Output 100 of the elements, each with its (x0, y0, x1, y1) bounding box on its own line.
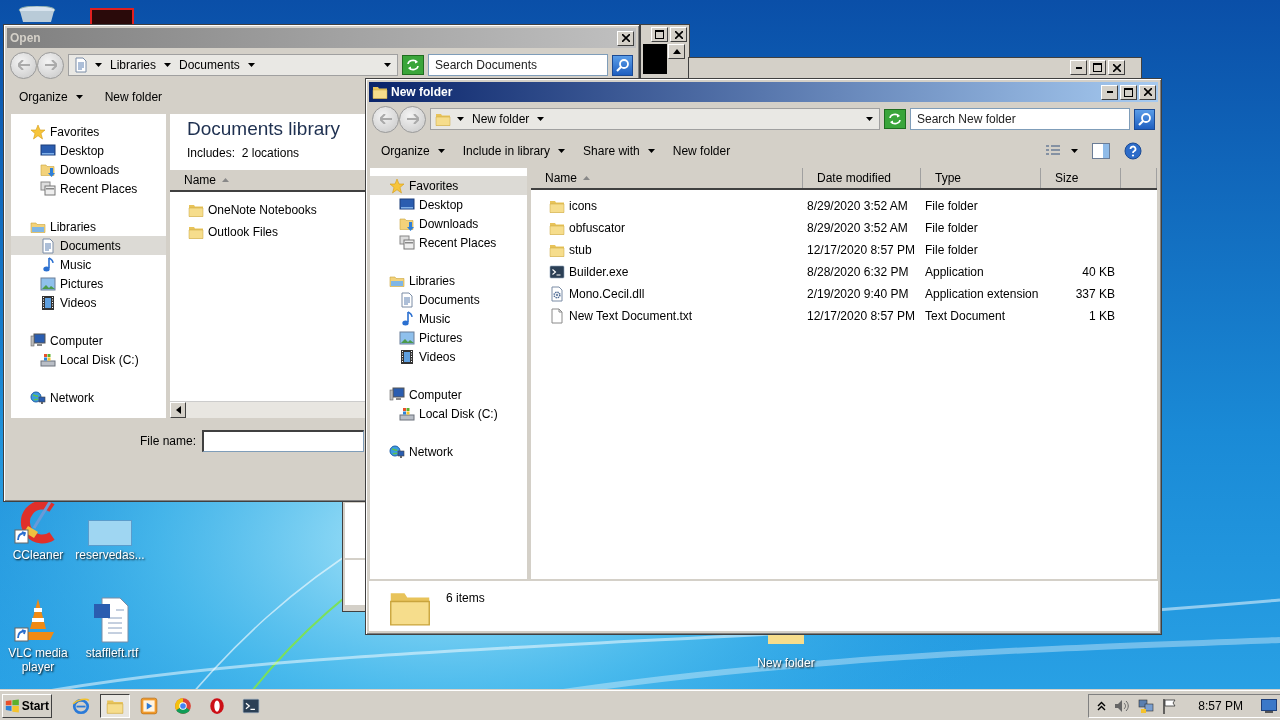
nav-item[interactable]: Pictures (370, 328, 527, 347)
nav-item[interactable]: Computer (11, 331, 166, 350)
caret-icon (164, 63, 172, 67)
search-field[interactable]: Search Documents (428, 54, 608, 76)
toolbar-button[interactable]: New folder (100, 87, 167, 107)
refresh-icon (888, 113, 902, 125)
caret-icon (647, 149, 655, 153)
toolbar-button[interactable]: New folder (668, 141, 735, 161)
column-header[interactable]: Date modified (803, 168, 921, 188)
file-name-field[interactable] (202, 430, 365, 452)
nav-item[interactable]: Desktop (370, 195, 527, 214)
address-bar[interactable]: Libraries Documents (68, 54, 398, 76)
file-name[interactable]: Outlook Files (208, 225, 279, 239)
folder-arrow-icon (399, 215, 415, 232)
file-name[interactable]: obfuscator (569, 221, 626, 235)
scroll-up-button[interactable] (668, 44, 685, 59)
toolbar-button[interactable]: Organize (377, 141, 449, 161)
browser-icon (72, 697, 90, 715)
show-hidden-icons-button[interactable] (1097, 701, 1107, 711)
search-button[interactable] (1134, 108, 1155, 130)
drive-icon (40, 351, 56, 368)
caret-icon (1071, 149, 1078, 153)
film-icon (40, 294, 56, 311)
help-button[interactable] (1122, 140, 1144, 162)
column-header[interactable]: Type (921, 168, 1041, 188)
pane-icon (1092, 143, 1110, 159)
nav-item[interactable]: Downloads (370, 214, 527, 233)
console-icon (242, 697, 260, 715)
toolbar-button[interactable]: Include in library (458, 141, 570, 161)
nav-item[interactable]: Local Disk (C:) (370, 404, 527, 423)
play-icon (140, 697, 158, 715)
nav-item[interactable]: Music (370, 309, 527, 328)
toolbar-button[interactable]: Share with (579, 141, 659, 161)
clock[interactable]: 8:57 PM (1198, 699, 1243, 713)
monitor-icon (40, 142, 56, 159)
nav-item[interactable]: Network (370, 442, 527, 461)
breadcrumb-button[interactable]: New folder (470, 112, 532, 126)
file-name[interactable]: New Text Document.txt (569, 309, 693, 323)
nav-item[interactable]: Recent Places (370, 233, 527, 252)
search-button[interactable] (612, 54, 633, 76)
folder-arrow-icon (40, 161, 56, 178)
maximize-button[interactable] (1089, 60, 1106, 75)
nav-item[interactable]: Pictures (11, 274, 166, 293)
maximize-button[interactable] (1120, 84, 1137, 100)
scroll-left-button[interactable] (170, 402, 186, 418)
type-cell-text: Text Document (924, 309, 1007, 323)
nav-item[interactable]: Downloads (11, 160, 166, 179)
date-cell-text: 8/29/2020 3:52 AM (806, 221, 909, 235)
ring-icon (208, 697, 226, 715)
toolbar-button[interactable]: Organize (15, 87, 87, 107)
breadcrumb-button[interactable]: Libraries (108, 58, 159, 72)
breadcrumb-button[interactable]: Documents (177, 58, 242, 72)
folder-icon (549, 198, 565, 214)
minimize-button[interactable] (1070, 60, 1087, 75)
nav-item[interactable]: Music (11, 255, 166, 274)
includes-text: Includes: 2 locations (187, 146, 301, 160)
close-icon (1143, 88, 1152, 96)
close-button[interactable] (670, 27, 687, 42)
nav-item[interactable]: Libraries (11, 217, 166, 236)
nav-item[interactable]: Recent Places (11, 179, 166, 198)
nav-item[interactable]: Documents (11, 236, 166, 255)
type-cell-text: Application extension (924, 287, 1040, 301)
nav-item[interactable]: Libraries (370, 271, 527, 290)
file-name[interactable]: OneNote Notebooks (208, 203, 317, 217)
search-field[interactable]: Search New folder (910, 108, 1130, 130)
nav-item[interactable]: Favorites (11, 122, 166, 141)
nav-item[interactable]: Desktop (11, 141, 166, 160)
maximize-icon (655, 30, 664, 39)
file-name[interactable]: Mono.Cecil.dll (569, 287, 645, 301)
nav-item[interactable]: Videos (11, 293, 166, 312)
minimize-button[interactable] (1101, 84, 1118, 100)
nav-item[interactable]: Network (11, 388, 166, 407)
column-header[interactable]: Size (1041, 168, 1121, 188)
address-bar[interactable]: New folder (430, 108, 880, 130)
show-desktop-button[interactable] (1261, 699, 1277, 713)
file-name[interactable]: icons (569, 199, 597, 213)
speaker-icon[interactable] (1114, 699, 1131, 713)
flag-icon[interactable] (1162, 698, 1179, 714)
nav-item[interactable]: Computer (370, 385, 527, 404)
caret-icon (537, 117, 545, 121)
network-icon[interactable] (1138, 698, 1155, 714)
refresh-button[interactable] (402, 55, 424, 75)
nav-item[interactable]: Videos (370, 347, 527, 366)
maximize-button[interactable] (651, 27, 668, 42)
nav-item[interactable]: Documents (370, 290, 527, 309)
horizontal-scrollbar[interactable] (170, 401, 366, 418)
start-button[interactable]: Start (2, 694, 52, 718)
column-header[interactable]: Name (531, 168, 803, 188)
file-name[interactable]: stub (569, 243, 592, 257)
nav-item[interactable]: Favorites (370, 176, 527, 195)
locations-link[interactable]: 2 locations (241, 146, 300, 160)
file-name[interactable]: Builder.exe (569, 265, 629, 279)
refresh-button[interactable] (884, 109, 906, 129)
date-cell-text: 8/29/2020 3:52 AM (806, 199, 909, 213)
close-button[interactable] (1108, 60, 1125, 75)
taskbar-button[interactable] (100, 694, 130, 718)
nav-item[interactable]: Local Disk (C:) (11, 350, 166, 369)
close-button[interactable] (1139, 84, 1156, 100)
preview-pane-button[interactable] (1090, 141, 1112, 161)
left-arrow-icon (175, 406, 181, 414)
